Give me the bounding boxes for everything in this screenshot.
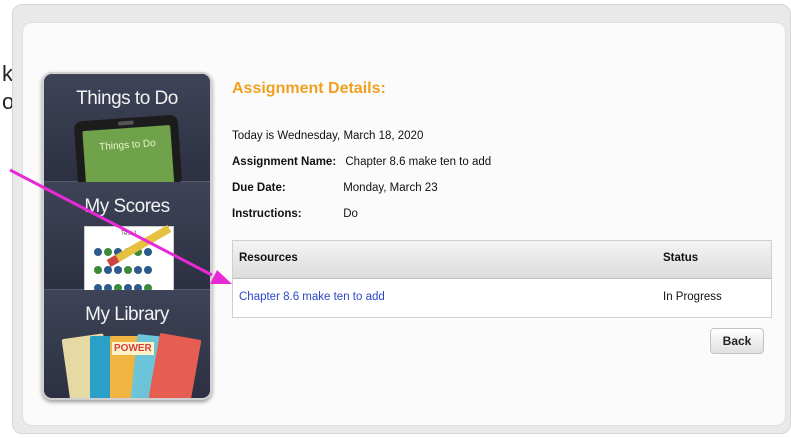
due-date-label: Due Date: <box>232 182 286 194</box>
book-cover-text: POWER <box>112 342 154 355</box>
status-column-header: Status <box>663 252 699 264</box>
instructions-row: Instructions: Do <box>232 208 358 220</box>
page-title: Assignment Details: <box>232 80 386 97</box>
resource-link[interactable]: Chapter 8.6 make ten to add <box>239 291 385 303</box>
sidebar-item-label: Things to Do <box>76 88 178 109</box>
sidebar-item-things-to-do[interactable]: Things to Do Things to Do <box>44 74 210 192</box>
sidebar-item-label: My Library <box>85 304 169 325</box>
tablet-slot <box>117 120 135 126</box>
back-button[interactable]: Back <box>710 328 764 354</box>
instructions-label: Instructions: <box>232 208 302 220</box>
assignment-details: Assignment Details: Today is Wednesday, … <box>232 72 772 354</box>
table-header: Resources Status <box>233 241 771 279</box>
sidebar-item-my-scores[interactable]: My Scores Test 1 <box>44 182 210 296</box>
resource-status: In Progress <box>663 291 722 303</box>
tablet-screen-text: Things to Do <box>98 138 157 153</box>
resources-table: Resources Status Chapter 8.6 make ten to… <box>232 240 772 318</box>
today-date: Today is Wednesday, March 18, 2020 <box>232 130 424 142</box>
sidebar: Things to Do Things to Do My Scores Test… <box>42 72 212 400</box>
table-row: Chapter 8.6 make ten to add In Progress <box>233 279 771 317</box>
resources-column-header: Resources <box>239 252 298 264</box>
assignment-name-row: Assignment Name: Chapter 8.6 make ten to… <box>232 156 491 168</box>
books-icon: POWER <box>61 330 202 398</box>
sidebar-item-label: My Scores <box>84 196 170 217</box>
instructions-value: Do <box>343 208 358 220</box>
assignment-name-value: Chapter 8.6 make ten to add <box>345 156 492 168</box>
due-date-row: Due Date: Monday, March 23 <box>232 182 438 194</box>
tablet-icon: Things to Do <box>73 114 183 192</box>
assignment-name-label: Assignment Name: <box>232 156 337 168</box>
due-date-value: Monday, March 23 <box>343 182 438 194</box>
sidebar-item-my-library[interactable]: My Library POWER <box>44 290 210 398</box>
